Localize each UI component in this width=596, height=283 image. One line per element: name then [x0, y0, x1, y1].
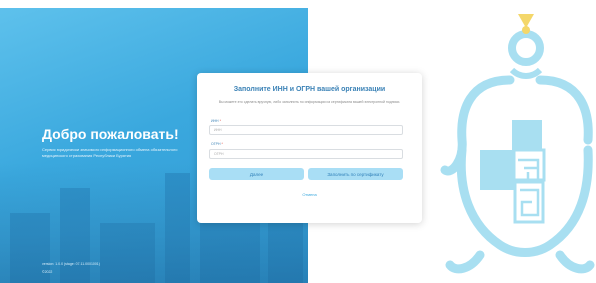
top-border — [0, 0, 596, 8]
fill-from-certificate-button[interactable]: Заполнить по сертификату — [308, 168, 403, 180]
inn-label: ИНН * — [211, 119, 221, 123]
required-mark: * — [221, 142, 223, 146]
version-text: version: 1.0.0 (stage: 07.11.0001001) — [42, 262, 100, 266]
required-mark: * — [219, 119, 221, 123]
login-card: Заполните ИНН и ОГРН вашей организации В… — [197, 73, 422, 223]
form-title: Заполните ИНН и ОГРН вашей организации — [233, 86, 386, 93]
cancel-link[interactable]: Отмена — [197, 192, 422, 197]
inn-label-text: ИНН — [211, 119, 219, 123]
ogrn-label-text: ОГРН — [211, 142, 221, 146]
welcome-heading: Добро пожаловать! — [42, 126, 179, 142]
copyright-text: ©2022 — [42, 270, 53, 274]
ogrn-input[interactable] — [209, 149, 403, 159]
form-description: Вы можете это сделать вручную, либо запо… — [218, 100, 401, 104]
next-button[interactable]: Далее — [209, 168, 304, 180]
inn-input[interactable] — [209, 125, 403, 135]
tfoms-emblem-icon — [440, 14, 595, 274]
service-description: Сервис юридически значимого информационн… — [42, 147, 178, 158]
ogrn-label: ОГРН * — [211, 142, 223, 146]
